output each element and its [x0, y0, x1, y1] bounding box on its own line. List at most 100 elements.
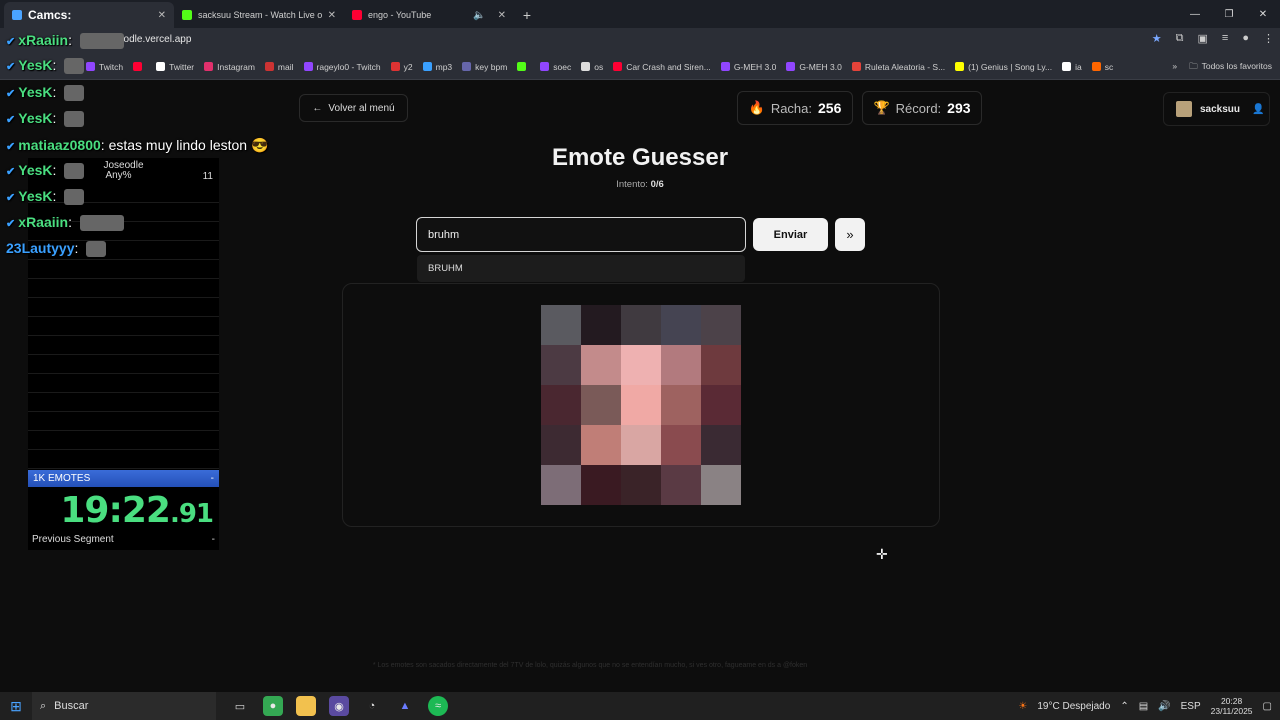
close-window-button[interactable]: ✕: [1246, 0, 1280, 28]
attempt-label: Intento:: [616, 179, 648, 190]
username: sacksuu: [1200, 103, 1241, 115]
streak-box: 🔥 Racha: 256: [737, 91, 853, 125]
chat-username: YesK: [18, 188, 53, 204]
bookmark-item[interactable]: Twitter: [156, 62, 194, 72]
taskbar-apps: ▭ ● ◉ ◔ ▲ ≈: [230, 696, 448, 716]
chat-message: ✔ YesK:: [6, 84, 85, 102]
record-value: 293: [947, 100, 971, 116]
youtube-icon: [352, 10, 362, 20]
media-icon[interactable]: ≡: [1222, 32, 1228, 45]
close-icon[interactable]: ✕: [498, 10, 506, 21]
bookmark-item[interactable]: Twitch: [86, 62, 123, 72]
weather-text[interactable]: 19°C Despejado: [1037, 701, 1110, 712]
chat-message: 23Lautyyy:: [6, 240, 107, 258]
bookmark-item[interactable]: mail: [264, 62, 294, 72]
volume-icon[interactable]: 🔊: [1158, 701, 1170, 712]
guess-input[interactable]: [416, 217, 746, 252]
bookmark-item[interactable]: Instagram: [204, 62, 255, 72]
bookmark-label: Twitter: [169, 61, 195, 72]
chevron-up-icon[interactable]: ⌃: [1120, 701, 1128, 712]
bookmark-item[interactable]: soec: [540, 62, 571, 72]
network-icon[interactable]: ▤: [1139, 701, 1148, 712]
livesplit-icon[interactable]: ◔: [362, 696, 382, 716]
bookmark-label: G-MEH 3.0: [799, 61, 842, 72]
bookmark-item[interactable]: G-MEH 3.0: [720, 62, 776, 72]
split-row: [28, 393, 219, 412]
emote-pixel: [581, 465, 621, 505]
badge-icon: ✔: [6, 88, 19, 100]
badge-icon: ✔: [6, 218, 19, 230]
chat-emote: [79, 215, 124, 232]
spotify-icon[interactable]: ≈: [428, 696, 448, 716]
tab-camcs[interactable]: Camcs: ✕: [4, 2, 174, 28]
tab-favicon: [12, 10, 22, 20]
chat-message: ✔ matiaaz0800: estas muy lindo leston 😎: [6, 137, 268, 154]
cast-icon[interactable]: ▣: [1198, 32, 1208, 45]
bookmark-item[interactable]: Ruleta Aleatoria - S...: [851, 62, 945, 72]
language-indicator[interactable]: ESP: [1181, 701, 1201, 712]
chat-username: matiaaz0800: [18, 137, 101, 153]
split-row: [28, 336, 219, 355]
split-row: [28, 374, 219, 393]
address-bar[interactable]: seodle.vercel.app ★ ⧉ ▣ ≡ ● ⋮: [0, 28, 1280, 54]
badge-icon: ✔: [6, 192, 19, 204]
clock[interactable]: 20:28 23/11/2025: [1211, 696, 1253, 716]
bookmark-item[interactable]: Car Crash and Siren...: [613, 62, 711, 72]
bookmark-favicon-icon: [264, 62, 274, 71]
obs-icon[interactable]: ◉: [329, 696, 349, 716]
star-icon[interactable]: ★: [1152, 32, 1162, 45]
avatar: [1176, 101, 1192, 117]
bookmark-item[interactable]: rageylo0 - Twitch: [303, 62, 381, 72]
bookmark-label: Car Crash and Siren...: [626, 61, 711, 72]
close-icon[interactable]: ✕: [158, 10, 166, 21]
split-row: [28, 317, 219, 336]
badge-icon: ✔: [6, 166, 19, 178]
profile-icon[interactable]: ●: [1242, 32, 1249, 45]
tab-kick-stream[interactable]: sacksuu Stream - Watch Live o ✕: [174, 2, 344, 28]
minimize-button[interactable]: —: [1178, 0, 1212, 28]
send-button[interactable]: Enviar: [753, 218, 828, 251]
user-box[interactable]: sacksuu 👤: [1163, 92, 1270, 126]
tab-label: Camcs:: [28, 8, 72, 22]
chat-separator: :: [52, 57, 61, 73]
bookmark-item[interactable]: [133, 62, 146, 71]
bookmark-item[interactable]: os: [581, 62, 603, 72]
bookmark-item[interactable]: (1) Genius | Song Ly...: [955, 62, 1052, 72]
back-to-menu-button[interactable]: ← Volver al menú: [299, 94, 408, 122]
skip-button[interactable]: »: [835, 218, 865, 251]
close-icon[interactable]: ✕: [328, 10, 336, 21]
bookmark-item[interactable]: [517, 62, 530, 71]
restore-button[interactable]: ❐: [1212, 0, 1246, 28]
bookmark-item[interactable]: key bpm: [462, 62, 507, 72]
emote-pixel: [701, 345, 741, 385]
all-favorites-label[interactable]: Todos los favoritos: [1202, 61, 1272, 75]
windows-start-icon[interactable]: ⊞: [0, 692, 32, 720]
menu-icon[interactable]: ⋮: [1263, 32, 1274, 45]
app-icon[interactable]: ▲: [395, 696, 415, 716]
bookmark-favicon-icon: [720, 62, 730, 71]
tab-youtube[interactable]: engo - YouTube 🔈 ✕: [344, 2, 514, 28]
bookmark-favicon-icon: [86, 62, 95, 71]
badge-icon: ✔: [6, 114, 19, 126]
chrome-icon[interactable]: ●: [263, 696, 283, 716]
chat-separator: :: [100, 137, 109, 153]
task-view-icon[interactable]: ▭: [230, 696, 250, 716]
extensions-icon[interactable]: ⧉: [1176, 32, 1184, 45]
bookmark-item[interactable]: G-MEH 3.0: [786, 62, 842, 72]
chat-username: xRaaiin: [18, 32, 69, 48]
speaker-icon[interactable]: 🔈: [473, 10, 485, 21]
bookmark-item[interactable]: sc: [1091, 62, 1113, 72]
notification-icon[interactable]: ▢: [1263, 701, 1272, 712]
taskbar-search[interactable]: ⌕ Buscar: [32, 692, 216, 720]
bookmark-item[interactable]: ia: [1062, 62, 1082, 72]
bookmark-item[interactable]: y2: [390, 62, 413, 72]
file-explorer-icon[interactable]: [296, 696, 316, 716]
previous-segment: Previous Segment -: [32, 534, 215, 545]
more-bookmarks-icon[interactable]: »: [1172, 61, 1177, 75]
user-icon: 👤: [1252, 103, 1265, 115]
autocomplete-suggestion[interactable]: BRUHM: [417, 255, 745, 282]
bookmark-favicon-icon: [204, 62, 214, 71]
new-tab-button[interactable]: +: [514, 2, 540, 28]
url-text[interactable]: seodle.vercel.app: [113, 34, 191, 45]
bookmark-item[interactable]: mp3: [422, 62, 452, 72]
